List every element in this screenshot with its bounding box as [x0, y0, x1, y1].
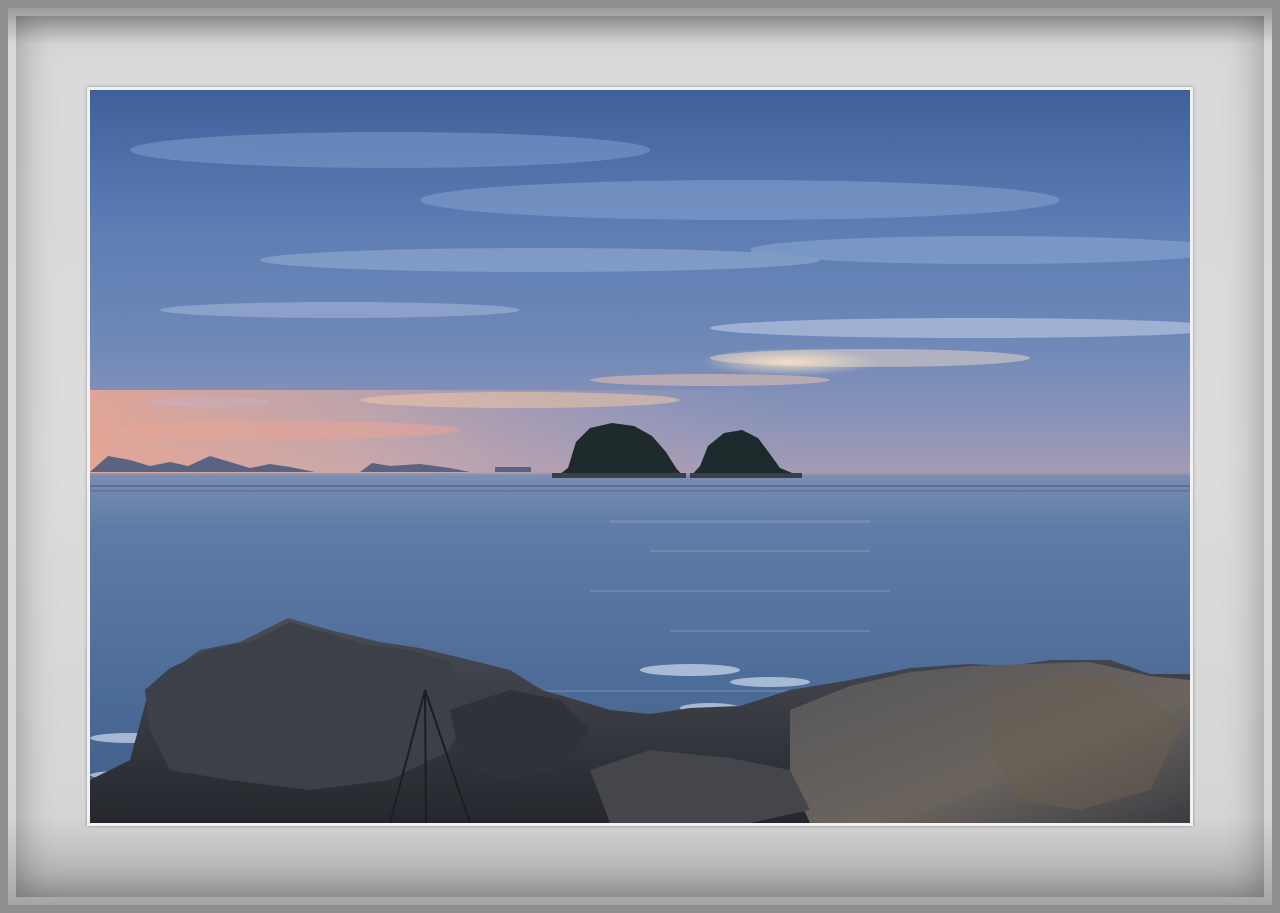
seascape-illustration	[90, 90, 1190, 823]
seascape-photo	[90, 90, 1190, 823]
sun-glow	[700, 348, 880, 376]
